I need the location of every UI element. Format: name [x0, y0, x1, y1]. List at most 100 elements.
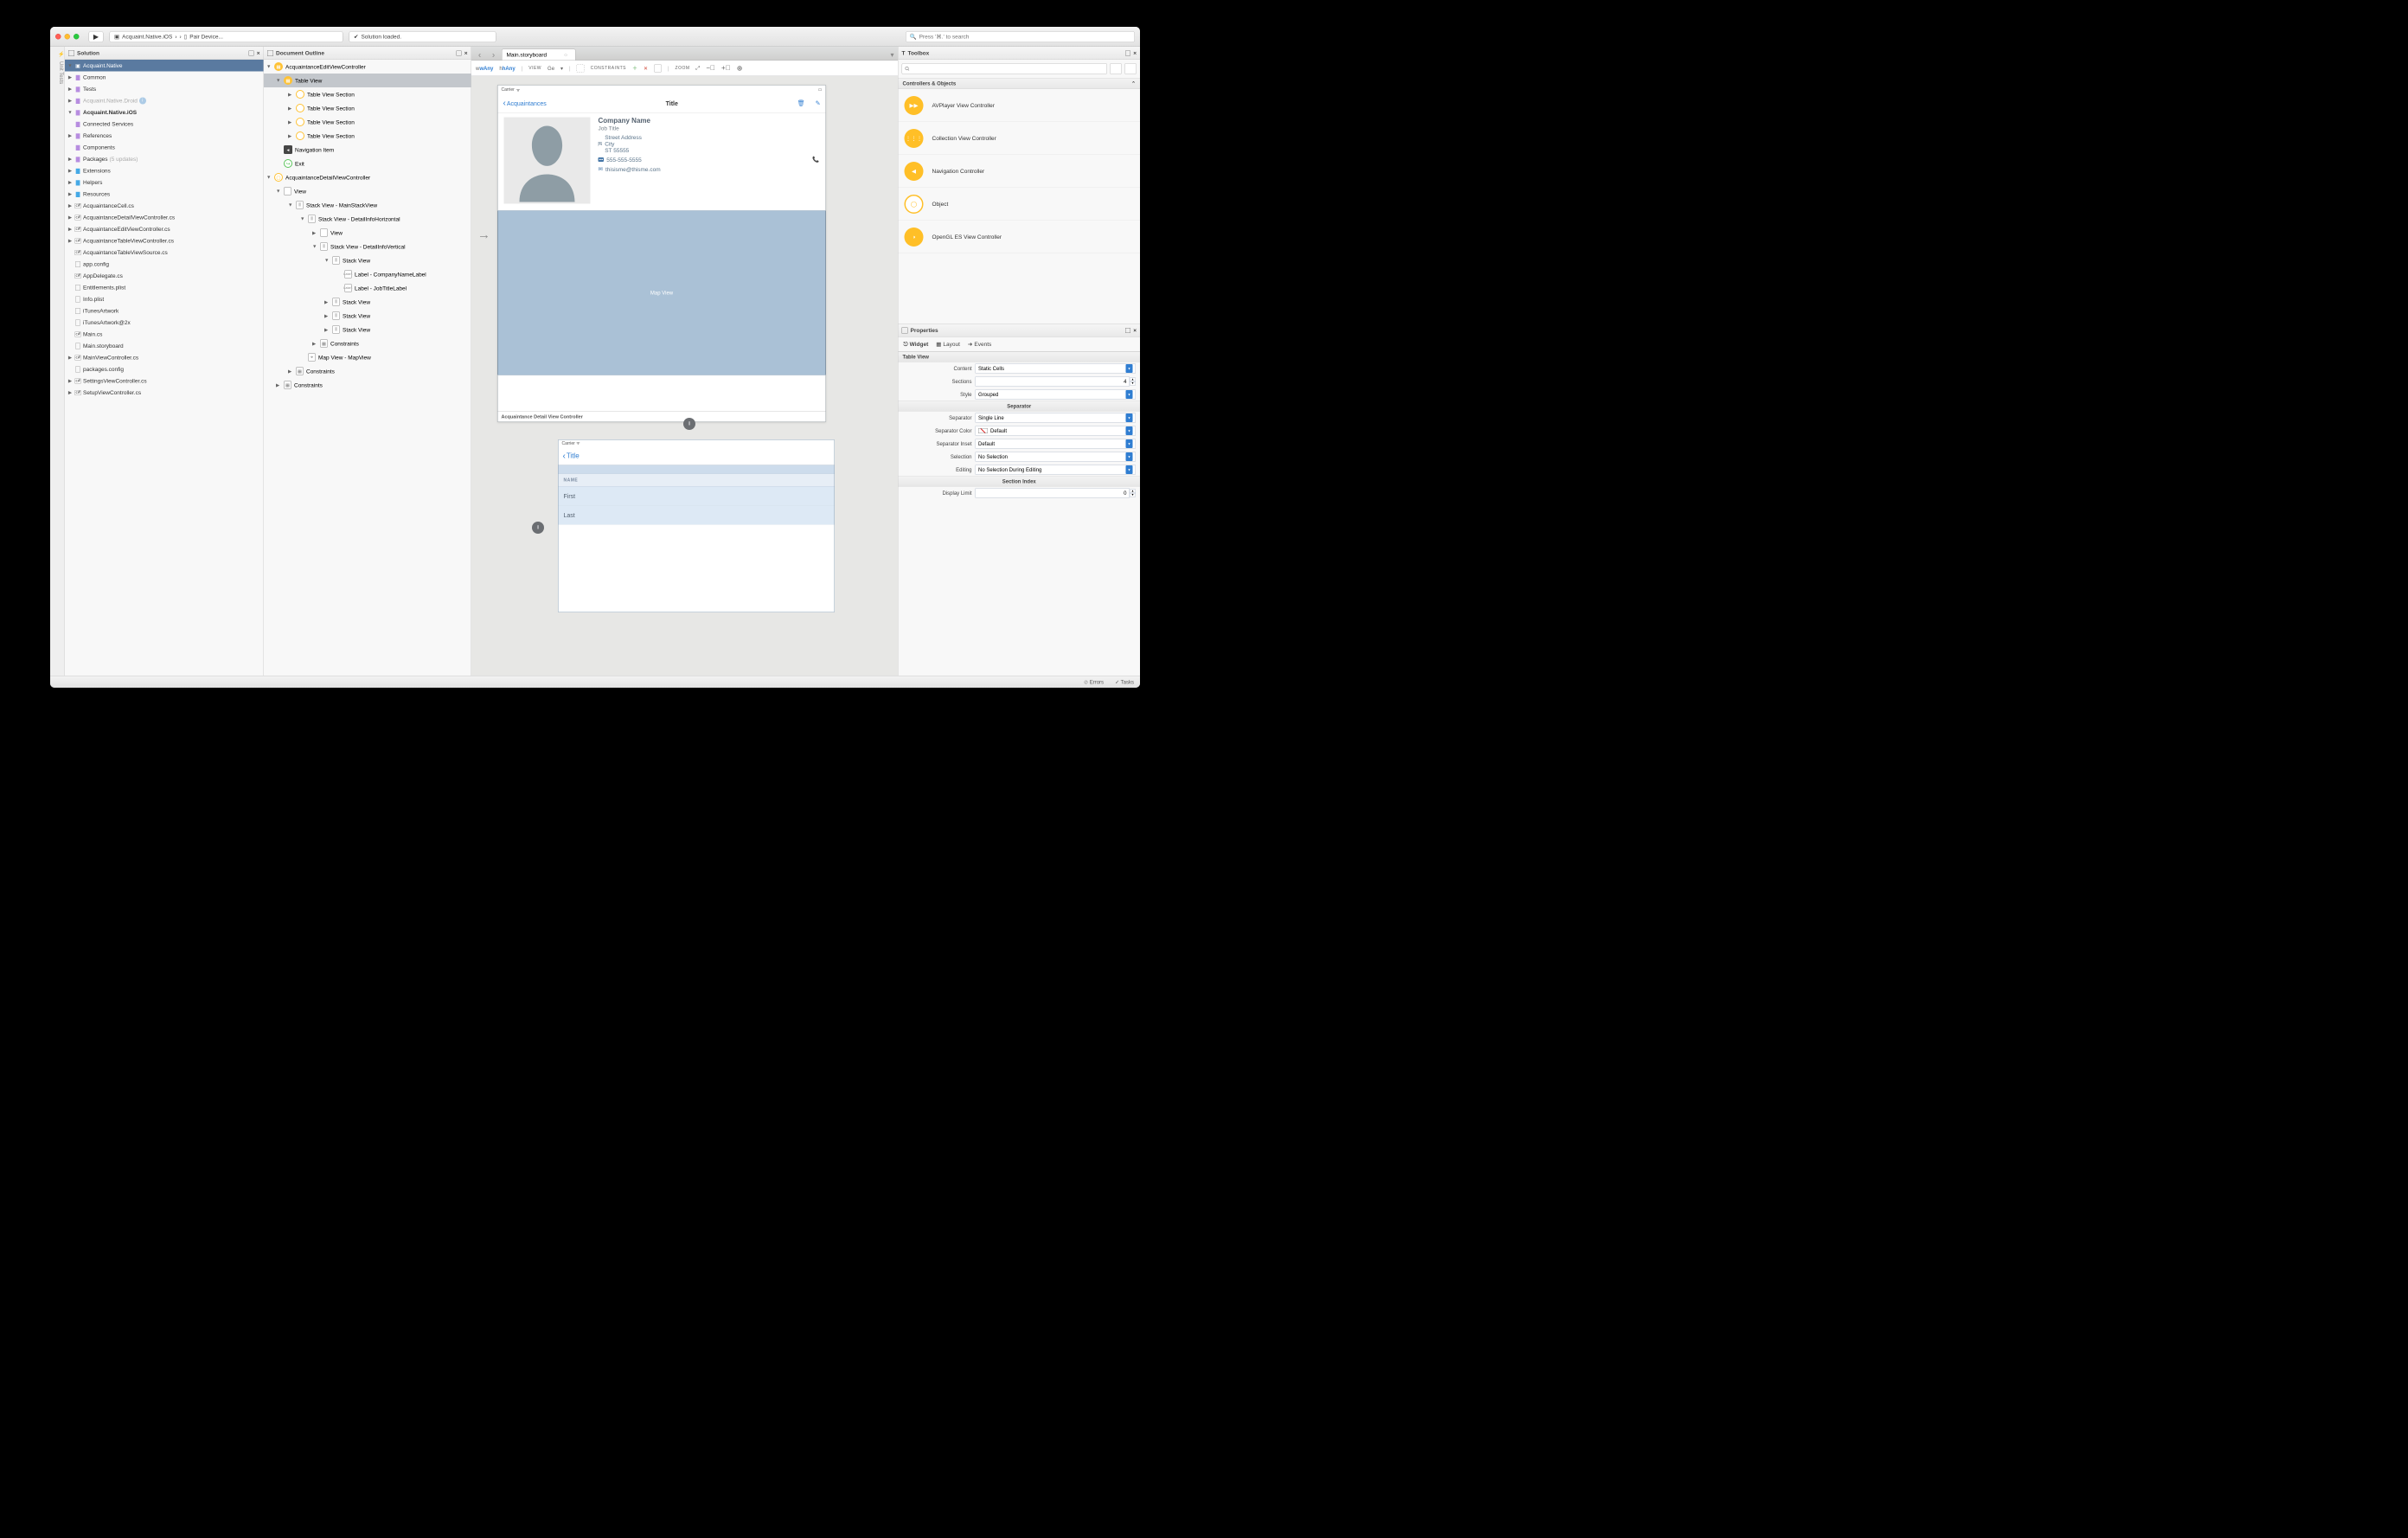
toolbox-view-list[interactable] [1110, 63, 1122, 74]
outline-item[interactable]: ▶Table View Section [264, 129, 471, 143]
tab-layout[interactable]: ▦Layout [936, 341, 960, 348]
back-button[interactable]: Title [563, 452, 580, 462]
map-view[interactable]: Map View [498, 211, 826, 375]
solution-item[interactable]: ▶▇Packages (5 updates) [65, 153, 264, 165]
panel-pin-icon[interactable] [457, 50, 462, 55]
solution-item[interactable]: ▶▇References [65, 130, 264, 142]
collapse-icon[interactable]: ⌃ [1131, 80, 1136, 87]
outline-item[interactable]: ▶Table View Section [264, 87, 471, 101]
panel-close-icon[interactable]: × [257, 50, 260, 57]
solution-item[interactable]: ▶▇Acquaint.Native.Droid i [65, 95, 264, 107]
detail-view-controller-scene[interactable]: Carrier ᯤ ▭ Acquaintances Title 🗑 ✎ [497, 85, 826, 422]
toolbox-item[interactable]: ◑OpenGL ES View Controller [899, 221, 1141, 253]
solution-item[interactable]: app.config [65, 259, 264, 271]
toolbox-search-input[interactable] [902, 63, 1108, 74]
storyboard-canvas[interactable]: → Carrier ᯤ ▭ Acquaintances Title 🗑 ✎ [471, 76, 898, 676]
tab-overflow[interactable]: ▾ [887, 50, 898, 61]
toolbox-item[interactable]: ◯Object [899, 188, 1141, 221]
solution-item[interactable]: ▶c#MainViewController.cs [65, 352, 264, 364]
outline-tree[interactable]: ▼▦AcquaintanceEditViewController▼▦Table … [264, 60, 471, 676]
run-target-crumb[interactable]: ▣ Acquaint.Native.iOS › › ▯ Pair Device.… [110, 31, 343, 42]
outline-item[interactable]: ▶⫴Stack View [264, 295, 471, 309]
outline-item[interactable]: ▼⫴Stack View [264, 253, 471, 267]
solution-item[interactable]: ▶c#SettingsViewController.cs [65, 375, 264, 388]
solution-item[interactable]: ▶c#AcquaintanceEditViewController.cs [65, 223, 264, 235]
solution-root[interactable]: ▼▣ Acquaint.Native [65, 60, 264, 72]
outline-item[interactable]: ▶▦Constraints [264, 364, 471, 378]
tab-events[interactable]: ➜Events [968, 341, 991, 348]
solution-tree[interactable]: ▼▣ Acquaint.Native ▶▇Common▶▇Tests▶▇Acqu… [65, 60, 264, 676]
zoom-actual-icon[interactable]: ⊕ [737, 64, 743, 73]
solution-item[interactable]: ▶c#AcquaintanceTableViewController.cs [65, 235, 264, 247]
style-select[interactable]: Grouped▾ [976, 390, 1137, 400]
last-name-cell[interactable]: Last [559, 506, 835, 525]
solution-item[interactable]: c#Main.cs [65, 329, 264, 341]
size-class-w[interactable]: wwAny [476, 65, 493, 71]
outline-item[interactable]: ▼View [264, 184, 471, 198]
outline-item[interactable]: ▼▢AcquaintanceDetailViewController [264, 170, 471, 184]
left-gutter-tabs[interactable]: ⚡ Unit Tests [50, 47, 65, 676]
panel-close-icon[interactable]: × [1133, 327, 1137, 334]
solution-item[interactable]: iTunesArtwork@2x [65, 317, 264, 329]
toolbox-item[interactable]: ◀Navigation Controller [899, 155, 1141, 188]
sepcolor-select[interactable]: Default▾ [976, 426, 1137, 436]
sepinset-select[interactable]: Default▾ [976, 439, 1137, 449]
outline-item[interactable]: ↪Exit [264, 157, 471, 170]
toolbox-view-grid[interactable] [1124, 63, 1137, 74]
sections-stepper[interactable]: ▲▼ [976, 377, 1137, 387]
tab-history-back[interactable] [474, 50, 485, 61]
step-down-icon[interactable]: ▼ [1130, 381, 1136, 386]
outline-item[interactable]: ▶⫴Stack View [264, 309, 471, 323]
panel-close-icon[interactable]: × [464, 50, 468, 57]
panel-close-icon[interactable]: × [1133, 50, 1137, 57]
step-down-icon[interactable]: ▼ [1130, 493, 1136, 497]
zoom-fit-icon[interactable]: ⤢ [696, 65, 701, 72]
solution-item[interactable]: c#AppDelegate.cs [65, 270, 264, 282]
sep-select[interactable]: Single Line▾ [976, 413, 1137, 423]
minimize-window[interactable] [65, 34, 71, 40]
first-name-cell[interactable]: First [559, 487, 835, 506]
outline-item[interactable]: LabelLabel - CompanyNameLabel [264, 267, 471, 281]
delete-icon[interactable]: 🗑 [797, 99, 805, 107]
outline-item[interactable]: ▼⫴Stack View - DetailInfoHorizontal [264, 212, 471, 226]
remove-constraint-icon[interactable]: ✕ [644, 65, 648, 71]
outline-item[interactable]: ▼⫴Stack View - DetailInfoVertical [264, 240, 471, 253]
outline-item[interactable]: ▶View [264, 226, 471, 240]
phone-icon[interactable]: 📞 [812, 157, 819, 163]
panel-pin-icon[interactable] [1125, 328, 1130, 333]
solution-item[interactable]: ▶▇Extensions [65, 165, 264, 177]
toolbox-item[interactable]: ▶▶AVPlayer View Controller [899, 89, 1141, 122]
solution-item[interactable]: ▼▇Acquaint.Native.iOS [65, 106, 264, 119]
panel-pin-icon[interactable] [1125, 50, 1130, 55]
solution-item[interactable]: ▶▇Tests [65, 83, 264, 95]
sections-input[interactable] [976, 377, 1130, 387]
tab-history-forward[interactable] [488, 50, 499, 61]
close-window[interactable] [55, 34, 61, 40]
solution-item[interactable]: ▇Connected Services [65, 119, 264, 131]
content-select[interactable]: Static Cells▾ [976, 364, 1137, 374]
outline-item[interactable]: ▶▦Constraints [264, 378, 471, 392]
size-class-h[interactable]: hhAny [499, 65, 515, 71]
segue-knob-2[interactable]: ⫴ [532, 522, 544, 534]
outline-item[interactable]: LabelLabel - JobTitleLabel [264, 281, 471, 295]
outline-item[interactable]: ◂Navigation Item [264, 143, 471, 157]
outline-item[interactable]: ▶▦Constraints [264, 336, 471, 350]
toolbox-section[interactable]: Controllers & Objects ⌃ [899, 78, 1141, 89]
zoom-out-icon[interactable]: −⃝ [706, 64, 715, 72]
global-search[interactable]: 🔍 [906, 31, 1135, 42]
frames-icon[interactable] [654, 64, 662, 72]
selection-select[interactable]: No Selection▾ [976, 452, 1137, 462]
errors-pad[interactable]: ⊘ Errors [1084, 679, 1104, 685]
outline-item[interactable]: ▶Table View Section [264, 115, 471, 129]
zoom-window[interactable] [74, 34, 80, 40]
tab-main-storyboard[interactable]: Main.storyboard ○ [502, 49, 576, 61]
solution-item[interactable]: Info.plist [65, 293, 264, 305]
global-search-input[interactable] [919, 34, 1131, 41]
toolbox-item[interactable]: ⋮⋮⋮Collection View Controller [899, 122, 1141, 155]
display-limit-input[interactable] [976, 489, 1130, 498]
outline-item[interactable]: ▼⫴Stack View - MainStackView [264, 198, 471, 212]
outline-item[interactable]: ▼▦AcquaintanceEditViewController [264, 60, 471, 74]
solution-item[interactable]: ▇Components [65, 142, 264, 154]
tasks-pad[interactable]: ✓ Tasks [1115, 679, 1134, 685]
run-button[interactable]: ▶ [89, 31, 104, 42]
